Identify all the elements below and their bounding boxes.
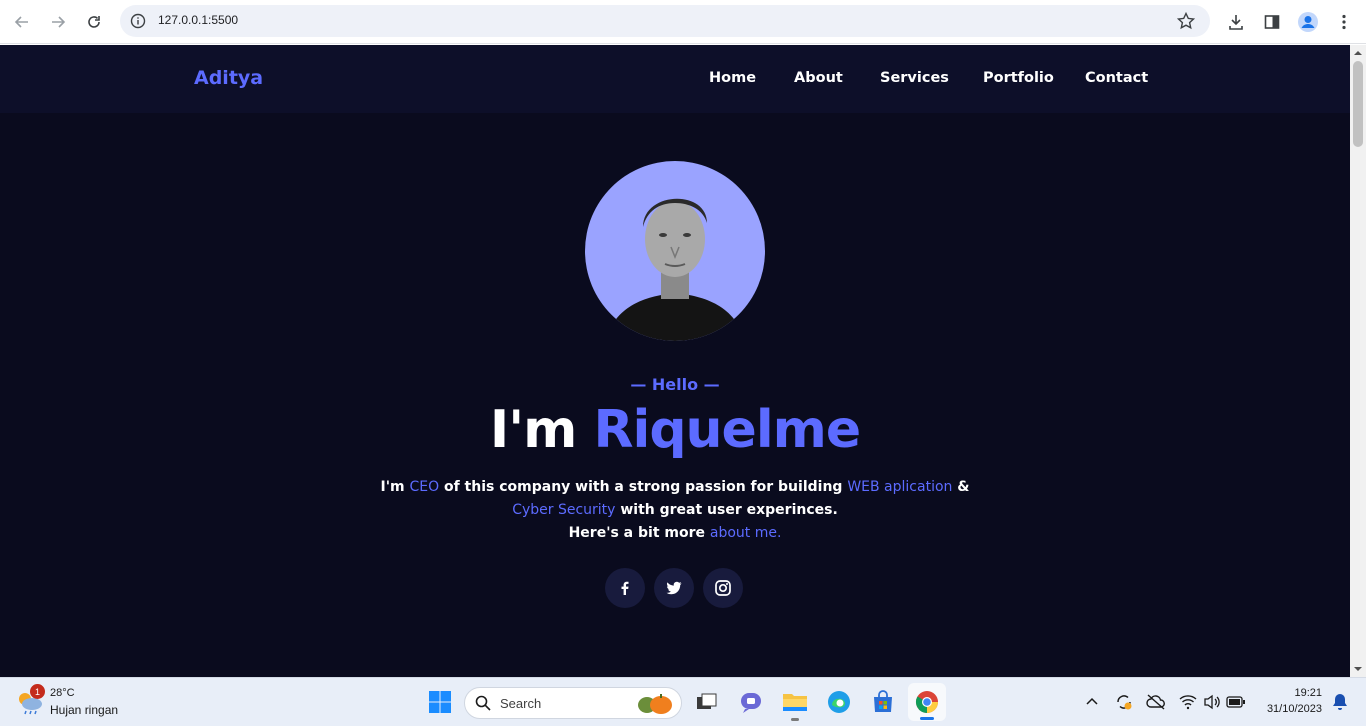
battery-charging-icon [1226, 696, 1245, 708]
file-explorer-button[interactable] [781, 688, 809, 721]
folder-icon [783, 694, 807, 711]
taskbar-search[interactable]: Search [464, 687, 682, 719]
side-panel-icon [1264, 15, 1280, 29]
search-icon [475, 695, 491, 711]
search-placeholder: Search [500, 696, 542, 711]
sync-tray-button[interactable] [1110, 688, 1138, 716]
menu-button[interactable] [1332, 10, 1356, 34]
nav-about[interactable]: About [794, 70, 843, 86]
clock[interactable]: 19:21 31/10/2023 [1252, 686, 1330, 720]
hero-desc-line-2: Cyber Security with great user experince… [0, 502, 1350, 518]
desc-text: of this company with a strong passion fo… [443, 479, 843, 495]
speaker-icon [1204, 694, 1220, 710]
edge-button[interactable] [825, 688, 853, 716]
person-portrait-image [605, 198, 745, 341]
scroll-up-icon [1354, 51, 1362, 55]
microsoft-store-button[interactable] [869, 688, 897, 716]
notifications-button[interactable] [1326, 688, 1354, 716]
scroll-down-icon [1354, 667, 1362, 671]
kebab-menu-icon [1342, 14, 1346, 30]
side-panel-button[interactable] [1260, 10, 1284, 34]
task-view-button[interactable] [693, 688, 721, 716]
nav-portfolio[interactable]: Portfolio [983, 70, 1054, 86]
profile-avatar-icon [1298, 12, 1318, 32]
battery-tray-button[interactable] [1222, 688, 1250, 716]
browser-toolbar: 127.0.0.1:5500 [0, 0, 1366, 44]
url-text[interactable]: 127.0.0.1:5500 [158, 13, 238, 27]
windows-logo-icon [429, 691, 451, 713]
desc-highlight-security: Cyber Security [512, 502, 616, 518]
about-me-link[interactable]: about me. [710, 525, 782, 541]
edge-browser-icon [828, 691, 850, 713]
show-hidden-icons-button[interactable] [1078, 688, 1106, 716]
chrome-button[interactable] [908, 683, 946, 721]
bookmark-star-icon[interactable] [1176, 11, 1196, 31]
site-info-icon[interactable] [130, 13, 146, 29]
hero-title-name: Riquelme [593, 400, 861, 460]
reload-icon [88, 16, 100, 28]
chevron-up-icon [1086, 697, 1098, 705]
desc-text: I'm [380, 479, 405, 495]
onedrive-tray-button[interactable] [1142, 688, 1170, 716]
desc-text: with great user experinces. [620, 502, 838, 518]
facebook-button[interactable] [605, 568, 645, 608]
desc-text: & [957, 479, 970, 495]
running-indicator [791, 718, 799, 721]
site-header: Aditya Home About Services Portfolio Con… [0, 45, 1350, 113]
sync-icon [1117, 695, 1132, 710]
badge-count: 1 [34, 686, 40, 697]
task-view-icon [697, 693, 717, 709]
teams-chat-button[interactable] [737, 688, 765, 716]
page-scrollbar[interactable] [1350, 45, 1366, 677]
wifi-icon [1179, 695, 1197, 710]
profile-button[interactable] [1296, 10, 1320, 34]
store-bag-icon [874, 690, 892, 712]
hero-title: I'm Riquelme [0, 400, 1350, 460]
halloween-pumpkin-icon [638, 694, 672, 714]
clock-date: 31/10/2023 [1266, 703, 1322, 715]
download-icon [1229, 15, 1243, 30]
bell-icon [1333, 694, 1347, 710]
nav-services[interactable]: Services [880, 70, 949, 86]
weather-desc: Hujan ringan [50, 703, 119, 717]
forward-button[interactable] [44, 8, 72, 36]
twitter-icon [666, 581, 682, 595]
instagram-button[interactable] [703, 568, 743, 608]
nav-home[interactable]: Home [709, 70, 756, 86]
profile-photo [585, 161, 765, 341]
weather-badge: 1 [30, 684, 45, 699]
scrollbar-thumb[interactable] [1353, 61, 1363, 147]
windows-taskbar: 1 28°C Hujan ringan Search 19:21 31/10/2… [0, 677, 1366, 726]
facebook-icon [621, 581, 629, 595]
hero-desc-line-3: Here's a bit more about me. [0, 525, 1350, 541]
web-page: Aditya Home About Services Portfolio Con… [0, 45, 1350, 677]
weather-temp: 28°C [50, 687, 75, 699]
cloud-offline-icon [1146, 694, 1165, 710]
downloads-button[interactable] [1224, 10, 1248, 34]
active-indicator [920, 717, 934, 720]
instagram-icon [715, 580, 731, 596]
desc-highlight-web: WEB aplication [847, 479, 953, 495]
nav-contact[interactable]: Contact [1085, 70, 1148, 86]
weather-widget[interactable]: 1 28°C Hujan ringan [16, 684, 136, 720]
desc-text: Here's a bit more [568, 525, 705, 541]
clock-time: 19:21 [1294, 687, 1322, 699]
twitter-button[interactable] [654, 568, 694, 608]
site-logo[interactable]: Aditya [194, 67, 263, 89]
back-button[interactable] [8, 8, 36, 36]
arrow-left-icon [14, 16, 28, 28]
start-button[interactable] [426, 688, 454, 716]
address-bar[interactable]: 127.0.0.1:5500 [120, 5, 1210, 37]
hero-title-prefix: I'm [489, 400, 577, 460]
reload-button[interactable] [80, 8, 108, 36]
hello-label: — Hello — [630, 375, 720, 394]
hero-desc-line-1: I'm CEO of this company with a strong pa… [0, 479, 1350, 495]
chat-icon [741, 693, 761, 713]
arrow-right-icon [52, 16, 66, 28]
chrome-browser-icon [916, 691, 938, 713]
desc-highlight-ceo: CEO [409, 479, 440, 495]
